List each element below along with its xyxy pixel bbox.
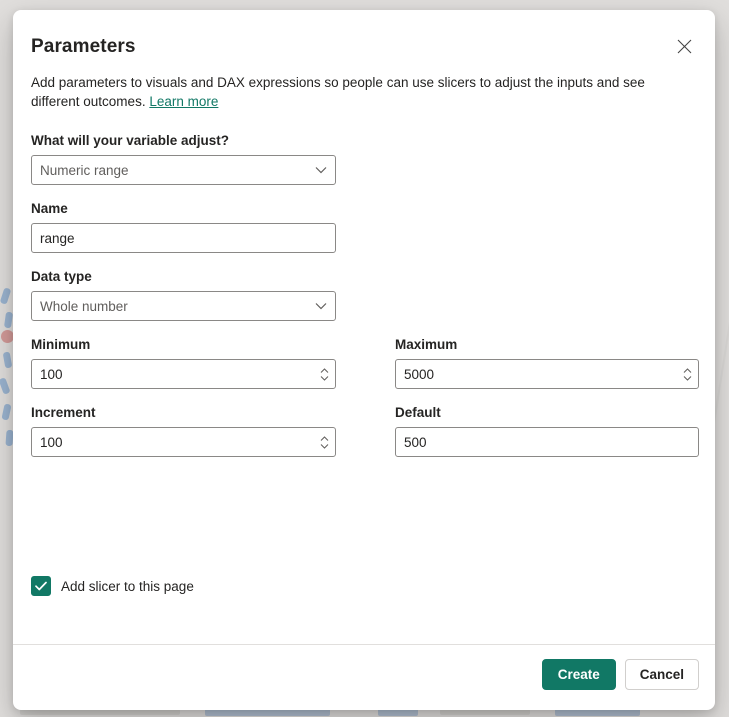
dialog-title: Parameters (31, 36, 697, 58)
variable-adjust-value: Numeric range (40, 163, 129, 178)
spinner-up-icon[interactable] (320, 436, 329, 442)
cancel-button[interactable]: Cancel (625, 659, 699, 690)
data-type-value: Whole number (40, 299, 128, 314)
description-text: Add parameters to visuals and DAX expres… (31, 75, 645, 109)
parameters-dialog: Parameters Add parameters to visuals and… (13, 10, 715, 710)
default-input[interactable] (395, 427, 699, 457)
maximum-input[interactable] (395, 359, 699, 389)
variable-adjust-label: What will your variable adjust? (31, 133, 697, 148)
spinner-down-icon[interactable] (320, 443, 329, 449)
name-input[interactable] (31, 223, 336, 253)
spinner-down-icon[interactable] (683, 375, 692, 381)
data-type-dropdown[interactable]: Whole number (31, 291, 336, 321)
variable-adjust-dropdown[interactable]: Numeric range (31, 155, 336, 185)
learn-more-link[interactable]: Learn more (149, 94, 218, 109)
maximum-label: Maximum (395, 337, 699, 352)
dialog-description: Add parameters to visuals and DAX expres… (31, 73, 679, 111)
minimum-label: Minimum (31, 337, 336, 352)
minimum-input[interactable] (31, 359, 336, 389)
increment-input[interactable] (31, 427, 336, 457)
add-slicer-label: Add slicer to this page (61, 579, 194, 594)
add-slicer-checkbox[interactable] (31, 576, 51, 596)
name-label: Name (31, 201, 697, 216)
checkmark-icon (35, 581, 47, 591)
close-icon[interactable] (673, 35, 695, 57)
increment-label: Increment (31, 405, 336, 420)
spinner-down-icon[interactable] (320, 375, 329, 381)
chevron-down-icon (315, 166, 327, 174)
spinner-up-icon[interactable] (683, 368, 692, 374)
data-type-label: Data type (31, 269, 697, 284)
default-label: Default (395, 405, 699, 420)
chevron-down-icon (315, 302, 327, 310)
create-button[interactable]: Create (542, 659, 616, 690)
spinner-up-icon[interactable] (320, 368, 329, 374)
